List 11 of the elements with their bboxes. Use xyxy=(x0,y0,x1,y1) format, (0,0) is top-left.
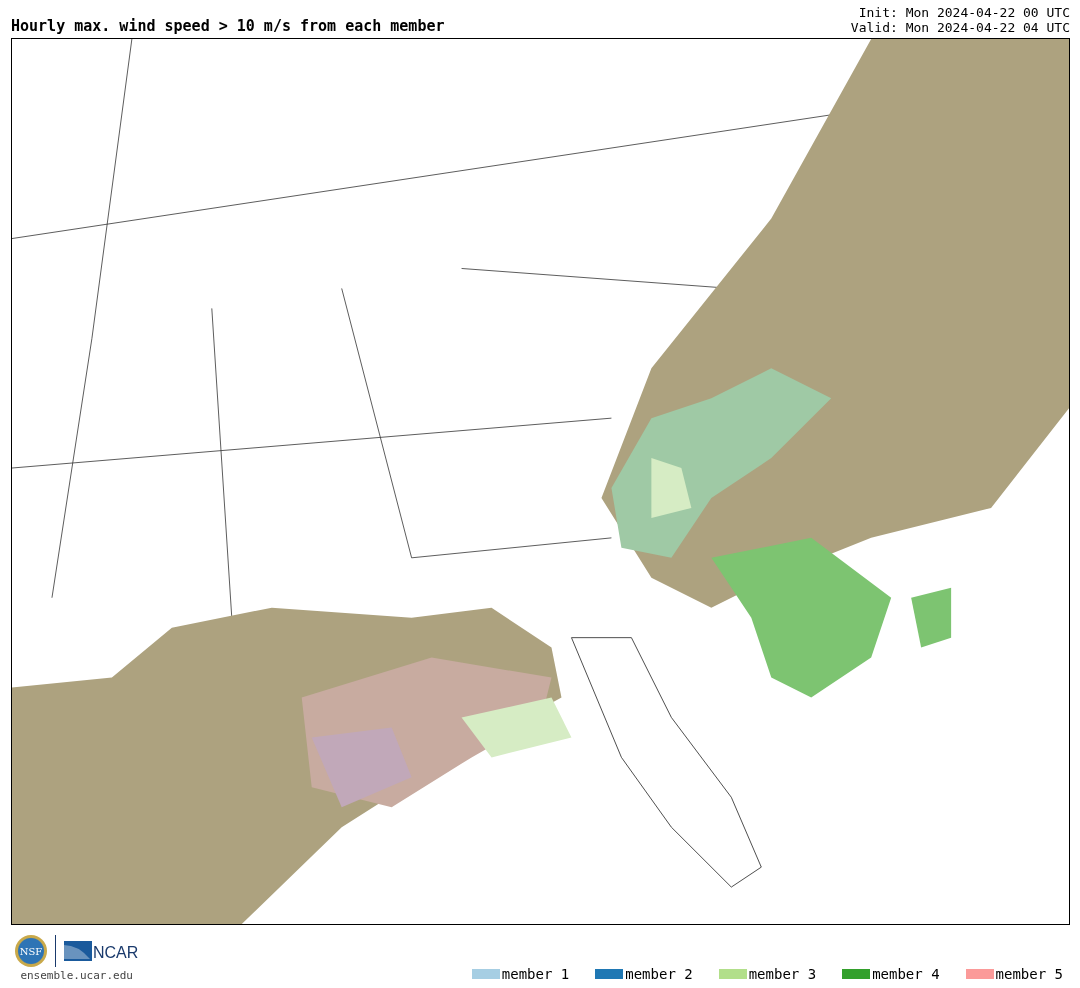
legend-label: member 3 xyxy=(748,966,817,982)
init-time: Init: Mon 2024-04-22 00 UTC xyxy=(858,5,1070,20)
nsf-logo: NSF xyxy=(15,935,47,967)
legend-label: member 5 xyxy=(995,966,1063,982)
valid-time: Valid: Mon 2024-04-22 04 UTC xyxy=(850,20,1070,35)
legend-label: member 4 xyxy=(872,966,940,982)
legend-label: member 1 xyxy=(501,966,570,982)
site-url: ensemble.ucar.edu xyxy=(20,969,133,982)
ncar-logo: NCAR xyxy=(64,941,139,961)
chart-title: Hourly max. wind speed > 10 m/s from each member xyxy=(11,17,445,35)
legend-label: member 2 xyxy=(625,966,693,982)
